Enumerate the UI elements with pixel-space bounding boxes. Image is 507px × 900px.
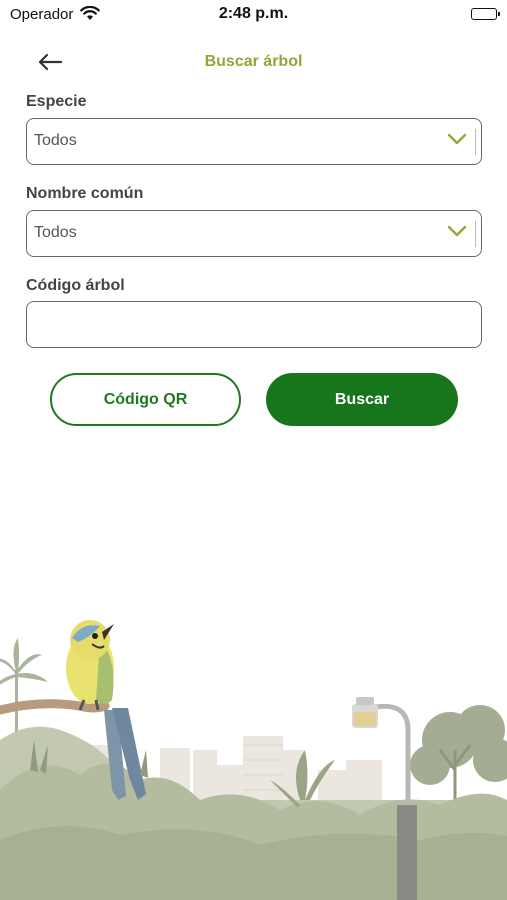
nombre-comun-select[interactable]: Todos xyxy=(26,210,482,257)
status-time: 2:48 p.m. xyxy=(218,5,289,22)
chevron-down-icon xyxy=(447,132,467,151)
especie-select[interactable]: Todos xyxy=(26,118,482,165)
select-separator xyxy=(475,221,476,247)
page-title: Buscar árbol xyxy=(204,53,303,70)
status-bar: Operador 2:48 p.m. xyxy=(0,0,507,30)
search-button[interactable]: Buscar xyxy=(266,373,458,426)
branch xyxy=(0,699,110,715)
qr-code-button[interactable]: Código QR xyxy=(50,373,241,426)
tree-cluster xyxy=(410,705,507,785)
especie-value: Todos xyxy=(34,132,77,149)
codigo-arbol-label: Código árbol xyxy=(26,277,125,294)
especie-label: Especie xyxy=(26,93,87,110)
nombre-comun-label: Nombre común xyxy=(26,185,144,202)
chevron-down-icon xyxy=(447,224,467,243)
battery-icon xyxy=(471,8,500,20)
select-separator xyxy=(475,129,476,155)
codigo-arbol-input[interactable] xyxy=(26,301,482,348)
nombre-comun-value: Todos xyxy=(34,224,77,241)
city-nature-illustration xyxy=(0,620,507,900)
